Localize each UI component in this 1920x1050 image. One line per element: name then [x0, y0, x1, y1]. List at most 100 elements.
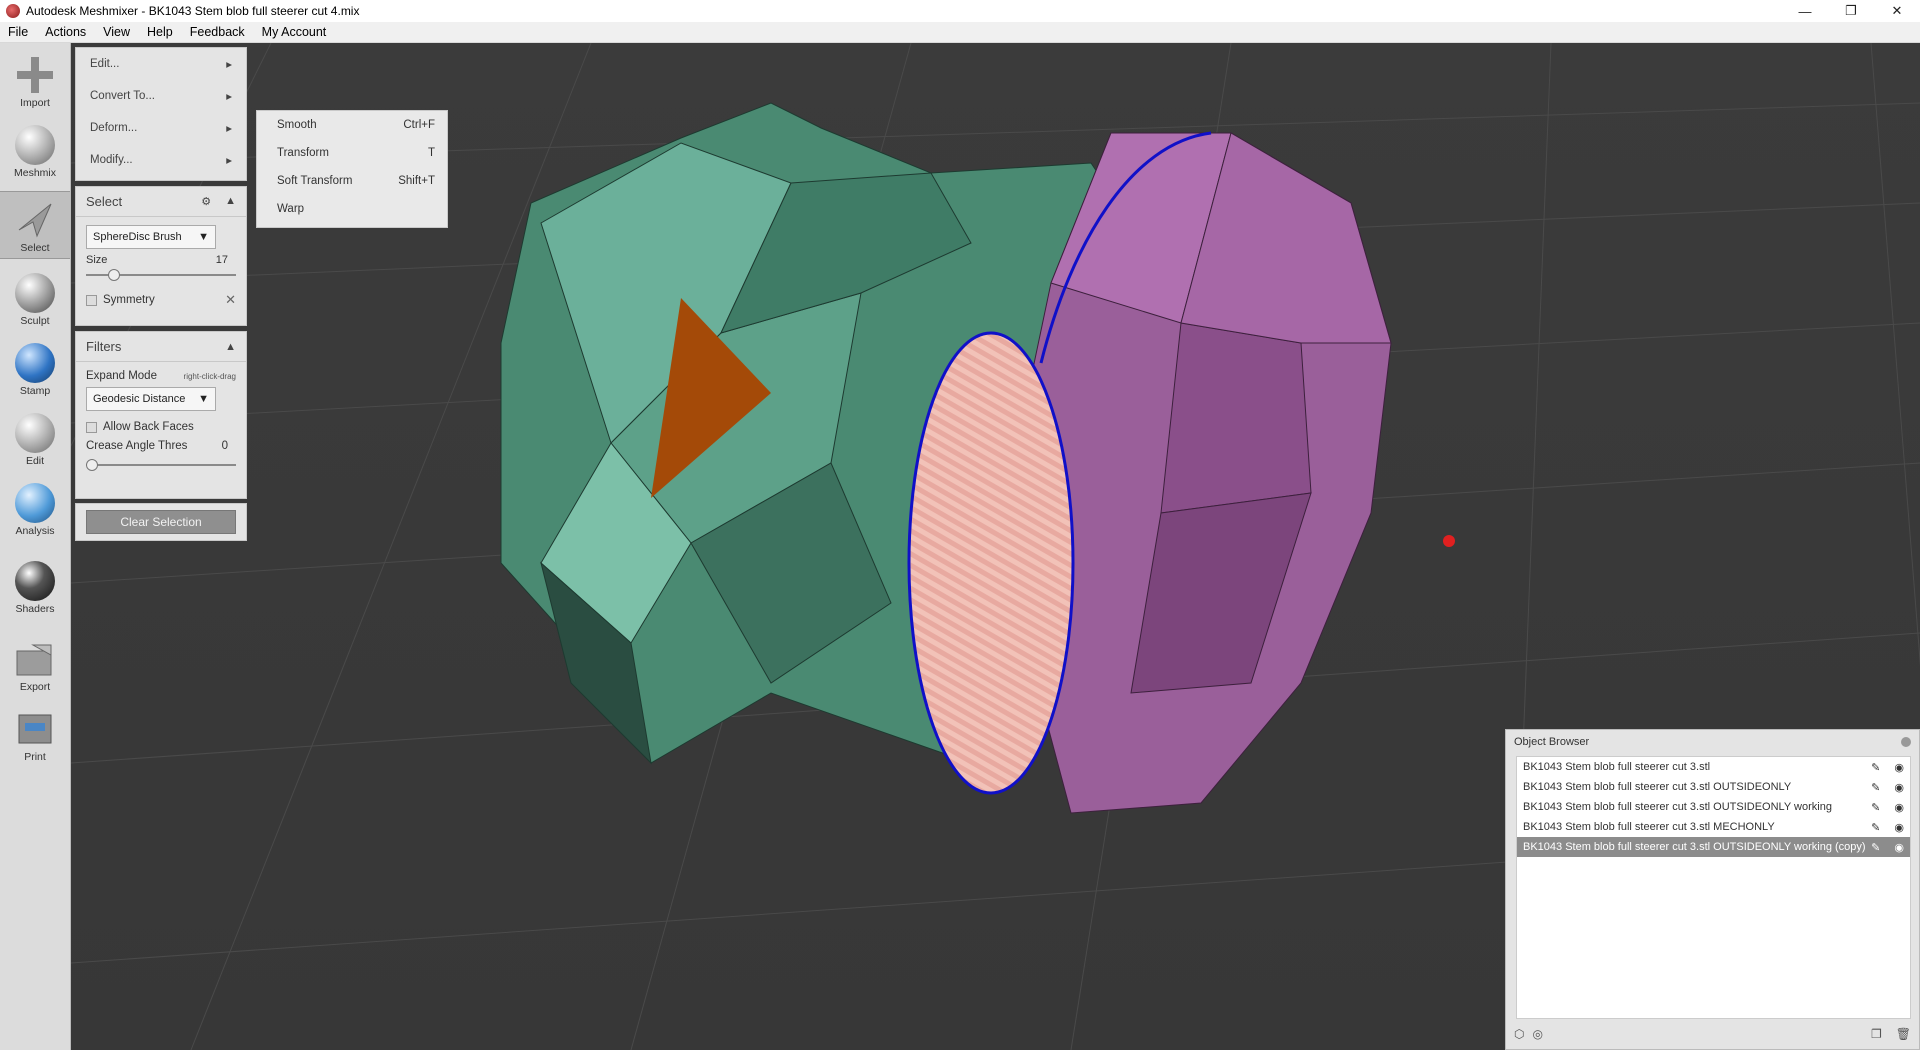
clear-selection-panel: Clear Selection: [75, 503, 247, 541]
menu-actions[interactable]: Actions: [37, 25, 95, 39]
warp-label: Warp: [277, 203, 305, 215]
gear-icon[interactable]: ⚙: [201, 195, 211, 208]
stamp-tool[interactable]: Stamp: [0, 335, 70, 403]
list-item[interactable]: BK1043 Stem blob full steerer cut 3.stl …: [1517, 817, 1910, 837]
stamp-label: Stamp: [19, 385, 51, 397]
crease-slider-track: [86, 464, 236, 466]
duplicate-icon[interactable]: ❐: [1871, 1027, 1882, 1041]
stamp-icon: [13, 341, 57, 385]
submenu-item-smooth[interactable]: Smooth Ctrl+F: [257, 111, 447, 139]
menu-item-edit-label: Edit...: [90, 58, 120, 70]
menu-bar: File Actions View Help Feedback My Accou…: [0, 22, 1920, 43]
menu-item-edit[interactable]: Edit... ▸: [76, 48, 246, 80]
trash-icon[interactable]: 🗑: [1896, 1027, 1911, 1041]
import-tool[interactable]: Import: [0, 47, 70, 115]
restore-button[interactable]: ❐: [1828, 0, 1874, 22]
chevron-right-icon: ▸: [226, 155, 232, 167]
object-browser-title: Object Browser: [1514, 736, 1590, 748]
edit-object-icon[interactable]: ✎: [1871, 841, 1880, 854]
expand-mode-dropdown[interactable]: Geodesic Distance ▼: [86, 387, 216, 411]
expand-mode-label: Expand Mode: [86, 370, 157, 382]
chevron-right-icon: ▸: [226, 123, 232, 135]
submenu-item-warp[interactable]: Warp: [257, 195, 447, 223]
object-name: BK1043 Stem blob full steerer cut 3.stl …: [1523, 821, 1775, 833]
print-tool[interactable]: Print: [0, 701, 70, 769]
eye-icon[interactable]: ◉: [1894, 821, 1904, 834]
menu-item-modify[interactable]: Modify... ▸: [76, 144, 246, 176]
expand-mode-hint: right-click-drag: [183, 372, 236, 381]
list-item-selected[interactable]: BK1043 Stem blob full steerer cut 3.stl …: [1517, 837, 1910, 857]
brush-dropdown[interactable]: SphereDisc Brush ▼: [86, 225, 216, 249]
expand-mode-value: Geodesic Distance: [93, 393, 186, 405]
globe-icon[interactable]: ◎: [1532, 1027, 1542, 1041]
symmetry-checkbox[interactable]: Symmetry: [86, 294, 155, 306]
expand-mode-row: Expand Mode right-click-drag: [86, 370, 236, 382]
filters-panel-header: Filters ▲: [76, 332, 246, 362]
menu-item-convert-to[interactable]: Convert To... ▸: [76, 80, 246, 112]
submenu-item-soft-transform[interactable]: Soft Transform Shift+T: [257, 167, 447, 195]
edit-tool[interactable]: Edit: [0, 405, 70, 473]
sculpt-tool[interactable]: Sculpt: [0, 265, 70, 333]
object-name: BK1043 Stem blob full steerer cut 3.stl …: [1523, 841, 1866, 853]
menu-my-account[interactable]: My Account: [254, 25, 336, 39]
window-title: Autodesk Meshmixer - BK1043 Stem blob fu…: [26, 4, 360, 18]
edit-object-icon[interactable]: ✎: [1871, 761, 1880, 774]
meshmixer-app-icon: [6, 4, 20, 18]
clear-selection-button[interactable]: Clear Selection: [86, 510, 236, 534]
filters-panel: Filters ▲ Expand Mode right-click-drag G…: [75, 331, 247, 499]
size-slider[interactable]: [86, 268, 236, 282]
shaders-tool[interactable]: Shaders: [0, 553, 70, 621]
crease-slider-knob[interactable]: [86, 459, 98, 471]
eye-icon[interactable]: ◉: [1894, 841, 1904, 854]
list-item[interactable]: BK1043 Stem blob full steerer cut 3.stl …: [1517, 757, 1910, 777]
close-icon[interactable]: [1901, 737, 1911, 747]
soft-transform-label: Soft Transform: [277, 175, 353, 187]
menu-file[interactable]: File: [0, 25, 37, 39]
list-item[interactable]: BK1043 Stem blob full steerer cut 3.stl …: [1517, 797, 1910, 817]
menu-item-deform[interactable]: Deform... ▸: [76, 112, 246, 144]
cube-icon[interactable]: ⬡: [1514, 1027, 1524, 1041]
submenu-item-transform[interactable]: Transform T: [257, 139, 447, 167]
shader-ball-icon: [13, 559, 57, 603]
select-panel-header: Select ⚙ ▲: [76, 187, 246, 217]
allow-back-faces-label: Allow Back Faces: [103, 421, 194, 433]
transform-shortcut: T: [427, 147, 435, 159]
collapse-icon[interactable]: ▲: [225, 341, 236, 353]
eye-icon[interactable]: ◉: [1894, 781, 1904, 794]
minimize-button[interactable]: —: [1782, 0, 1828, 22]
symmetry-tool-icon[interactable]: ✕: [225, 292, 236, 308]
symmetry-label: Symmetry: [103, 294, 155, 306]
allow-back-faces-checkbox[interactable]: Allow Back Faces: [86, 421, 236, 433]
meshmix-label: Meshmix: [13, 167, 56, 179]
crease-slider[interactable]: [86, 458, 236, 472]
object-browser-header: Object Browser: [1506, 730, 1919, 754]
edit-object-icon[interactable]: ✎: [1871, 781, 1880, 794]
symmetry-checkbox-box[interactable]: [86, 294, 97, 306]
menu-item-modify-label: Modify...: [90, 154, 133, 166]
arrow-cursor-icon: [13, 198, 57, 242]
select-tool[interactable]: Select: [0, 191, 70, 259]
analysis-tool[interactable]: Analysis: [0, 475, 70, 543]
object-list: BK1043 Stem blob full steerer cut 3.stl …: [1516, 756, 1911, 1019]
printer-icon: [13, 707, 57, 751]
size-slider-knob[interactable]: [108, 269, 120, 281]
edit-object-icon[interactable]: ✎: [1871, 801, 1880, 814]
close-button[interactable]: ✕: [1874, 0, 1920, 22]
pivot-point[interactable]: [1443, 535, 1455, 547]
object-browser-footer: ⬡ ◎ ❐ 🗑: [1514, 1023, 1911, 1045]
eye-icon[interactable]: ◉: [1894, 761, 1904, 774]
menu-item-convert-label: Convert To...: [90, 90, 155, 102]
size-row: Size 17: [86, 254, 236, 266]
eye-icon[interactable]: ◉: [1894, 801, 1904, 814]
allow-back-faces-box[interactable]: [86, 421, 97, 433]
menu-view[interactable]: View: [95, 25, 139, 39]
chevron-down-icon: ▼: [198, 393, 209, 405]
list-item[interactable]: BK1043 Stem blob full steerer cut 3.stl …: [1517, 777, 1910, 797]
collapse-icon[interactable]: ▲: [225, 195, 236, 208]
sculpt-label: Sculpt: [20, 315, 50, 327]
edit-object-icon[interactable]: ✎: [1871, 821, 1880, 834]
export-tool[interactable]: Export: [0, 631, 70, 699]
meshmix-tool[interactable]: Meshmix: [0, 117, 70, 185]
menu-feedback[interactable]: Feedback: [182, 25, 254, 39]
menu-help[interactable]: Help: [139, 25, 182, 39]
